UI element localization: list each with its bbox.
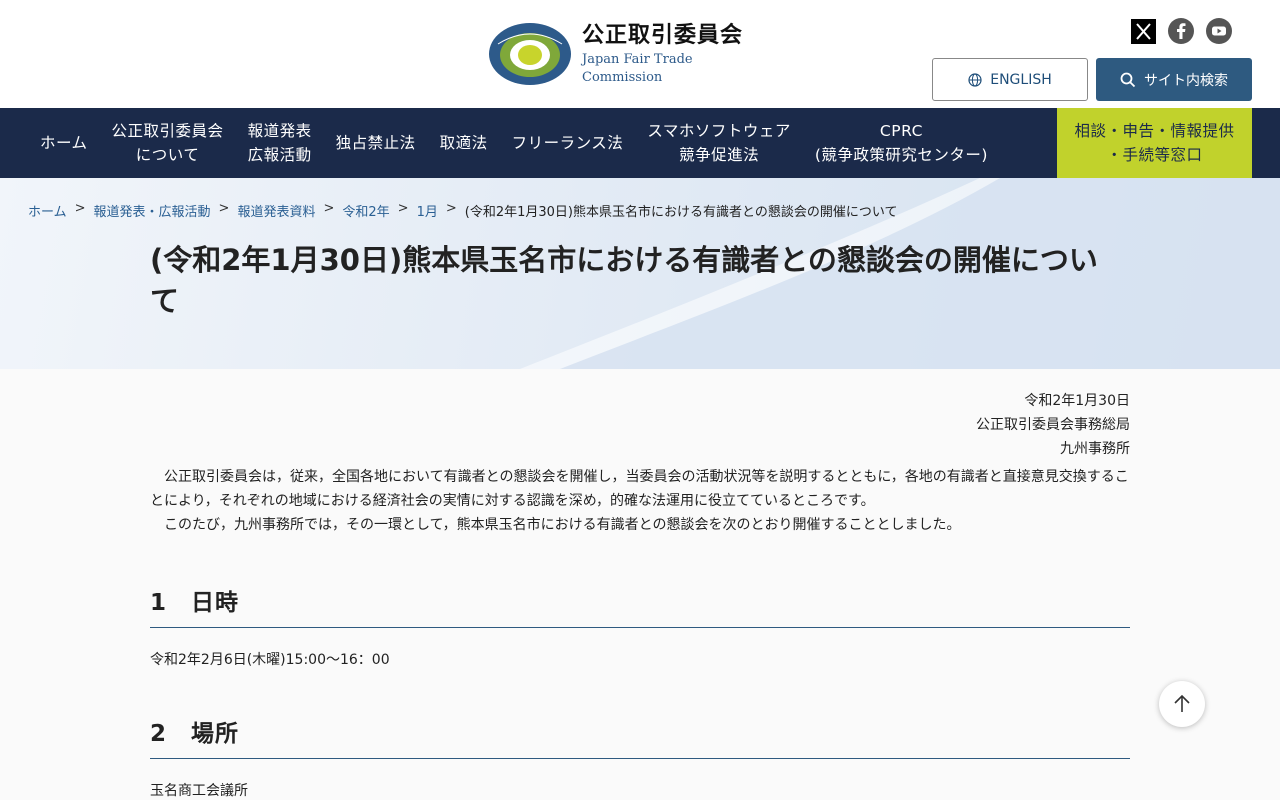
nav-smartphone-act[interactable]: スマホソフトウェア 競争促進法 xyxy=(635,119,803,167)
nav-home[interactable]: ホーム xyxy=(28,131,100,155)
nav-label: 報道発表 xyxy=(247,122,312,140)
nav-label: (競争政策研究センター) xyxy=(814,146,988,164)
social-links xyxy=(1130,18,1232,44)
nav-freelance[interactable]: フリーランス法 xyxy=(500,131,636,155)
nav-label: フリーランス法 xyxy=(511,134,624,152)
site-search-button[interactable]: サイト内検索 xyxy=(1096,58,1252,101)
nav-label: CPRC xyxy=(879,122,923,140)
nav-label: ホーム xyxy=(40,134,88,152)
search-icon xyxy=(1120,72,1136,87)
section-text-venue: 玉名商工会議所 xyxy=(150,783,248,799)
globe-icon xyxy=(968,72,982,87)
logo-english: Japan Fair Trade Commission xyxy=(582,52,693,85)
breadcrumb-current: (令和2年1月30日)熊本県玉名市における有識者との懇談会の開催について xyxy=(464,205,898,220)
breadcrumb-link[interactable]: 1月 xyxy=(417,201,438,220)
section-heading-datetime: 1 日時 xyxy=(150,583,1130,628)
nav-press[interactable]: 報道発表 広報活動 xyxy=(236,119,324,167)
youtube-icon[interactable] xyxy=(1206,18,1232,44)
site-header: 公正取引委員会 Japan Fair Trade Commission ENGL… xyxy=(0,0,1280,108)
intro-paragraph: 公正取引委員会は，従来，全国各地において有識者との懇談会を開催し，当委員会の活動… xyxy=(150,469,1129,509)
nav-antimonopoly[interactable]: 独占禁止法 xyxy=(324,131,428,155)
issuing-office: 公正取引委員会事務総局 xyxy=(976,417,1130,433)
page-hero: ホーム > 報道発表・広報活動 > 報道発表資料 > 令和2年 > 1月 > (… xyxy=(0,178,1280,369)
breadcrumb-separator: > xyxy=(445,201,457,216)
search-label: サイト内検索 xyxy=(1144,72,1228,89)
section-heading-venue: 2 場所 xyxy=(150,714,1130,759)
breadcrumb-separator: > xyxy=(74,201,86,216)
breadcrumb: ホーム > 報道発表・広報活動 > 報道発表資料 > 令和2年 > 1月 > (… xyxy=(28,201,897,220)
breadcrumb-separator: > xyxy=(397,201,409,216)
arrow-up-icon xyxy=(1174,694,1190,712)
nav-label: について xyxy=(135,146,200,164)
breadcrumb-separator: > xyxy=(323,201,335,216)
breadcrumb-link[interactable]: 報道発表資料 xyxy=(237,201,315,220)
section-text-datetime: 令和2年2月6日(木曜)15:00～16：00 xyxy=(150,652,390,668)
nav-label: 広報活動 xyxy=(247,146,312,164)
main-content: 令和2年1月30日 公正取引委員会事務総局 九州事務所 公正取引委員会は，従来，… xyxy=(150,369,1130,800)
nav-about[interactable]: 公正取引委員会 について xyxy=(100,119,236,167)
nav-cta-label: ・手続等窓口 xyxy=(1106,146,1203,164)
breadcrumb-link[interactable]: 報道発表・広報活動 xyxy=(94,201,211,220)
breadcrumb-separator: > xyxy=(218,201,230,216)
nav-label: 公正取引委員会 xyxy=(111,122,224,140)
back-to-top-button[interactable] xyxy=(1159,681,1205,727)
nav-label: 取適法 xyxy=(439,134,488,152)
facebook-icon[interactable] xyxy=(1168,18,1194,44)
breadcrumb-link[interactable]: 令和2年 xyxy=(342,201,389,220)
jftc-emblem-icon xyxy=(489,23,571,85)
nav-label: 競争促進法 xyxy=(679,146,760,164)
global-nav: ホーム 公正取引委員会 について 報道発表広報活動 独占禁止法 取適法 フリーラン… xyxy=(0,108,1280,178)
issue-date: 令和2年1月30日 xyxy=(1024,393,1130,409)
site-logo[interactable]: 公正取引委員会 Japan Fair Trade Commission xyxy=(488,22,760,86)
nav-label: 独占禁止法 xyxy=(335,134,416,152)
breadcrumb-link[interactable]: ホーム xyxy=(28,201,67,220)
nav-consultation[interactable]: 相談・申告・情報提供 ・手続等窓口 xyxy=(1057,108,1252,178)
nav-cprc[interactable]: CPRC (競争政策研究センター) xyxy=(803,119,1000,167)
intro-paragraph: このたび，九州事務所では，その一環として，熊本県玉名市における有識者との懇談会を… xyxy=(150,517,961,533)
x-icon[interactable] xyxy=(1130,18,1156,44)
logo-japanese: 公正取引委員会 xyxy=(582,23,744,48)
nav-torihiki[interactable]: 取適法 xyxy=(428,131,500,155)
document-meta: 令和2年1月30日 公正取引委員会事務総局 九州事務所 xyxy=(150,389,1130,461)
page-title: (令和2年1月30日)熊本県玉名市における有識者との懇談会の開催について xyxy=(150,243,1098,318)
english-label: ENGLISH xyxy=(990,71,1052,88)
nav-label: スマホソフトウェア xyxy=(647,122,791,140)
nav-cta-label: 相談・申告・情報提供 xyxy=(1074,122,1235,140)
intro-text: 公正取引委員会は，従来，全国各地において有識者との懇談会を開催し，当委員会の活動… xyxy=(150,465,1130,537)
issuing-branch: 九州事務所 xyxy=(1060,441,1130,457)
english-button[interactable]: ENGLISH xyxy=(932,58,1088,101)
